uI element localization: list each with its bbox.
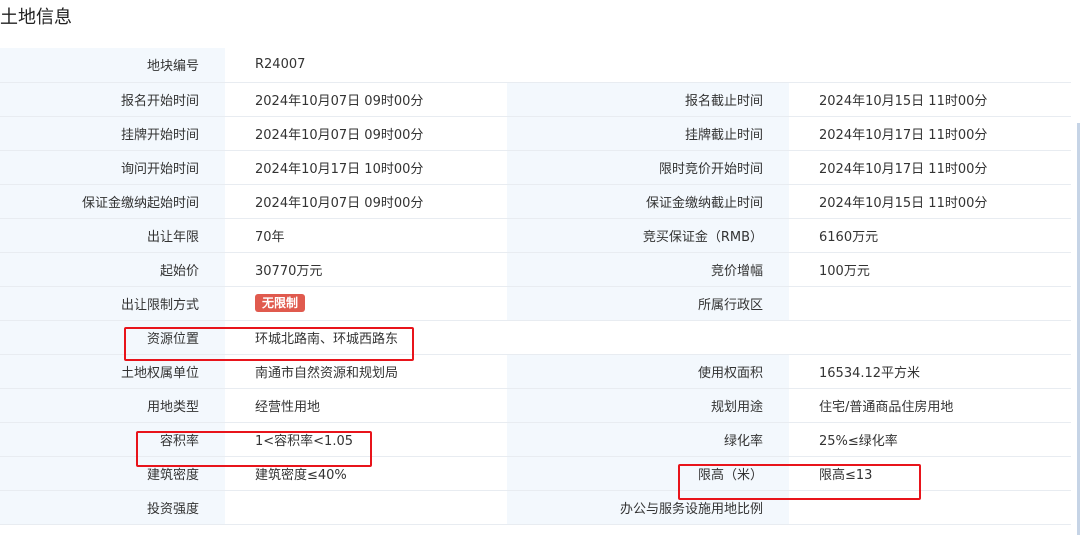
field-label: 报名开始时间 [0, 82, 225, 117]
field-label: 保证金缴纳截止时间 [507, 184, 789, 219]
field-value: 1<容积率<1.05 [225, 422, 507, 457]
field-label: 挂牌开始时间 [0, 116, 225, 151]
table-row: 土地权属单位 南通市自然资源和规划局 使用权面积 16534.12平方米 [0, 354, 1071, 389]
field-label: 询问开始时间 [0, 150, 225, 185]
field-label: 保证金缴纳起始时间 [0, 184, 225, 219]
table-row: 询问开始时间 2024年10月17日 10时00分 限时竞价开始时间 2024年… [0, 150, 1071, 185]
field-value: 2024年10月07日 09时00分 [225, 82, 507, 117]
field-label: 竞买保证金（RMB） [507, 218, 789, 253]
field-value: 住宅/普通商品住房用地 [789, 388, 1071, 423]
field-value: 环城北路南、环城西路东 [225, 320, 1071, 355]
field-label: 建筑密度 [0, 456, 225, 491]
field-label: 所属行政区 [507, 286, 789, 321]
field-label: 报名截止时间 [507, 82, 789, 117]
table-row: 用地类型 经营性用地 规划用途 住宅/普通商品住房用地 [0, 388, 1071, 423]
table-row: 出让年限 70年 竞买保证金（RMB） 6160万元 [0, 218, 1071, 253]
table-row: 投资强度 办公与服务设施用地比例 [0, 490, 1071, 525]
field-label: 绿化率 [507, 422, 789, 457]
table-row: 地块编号 R24007 [0, 48, 1071, 83]
field-value: 南通市自然资源和规划局 [225, 354, 507, 389]
field-value: 25%≤绿化率 [789, 422, 1071, 457]
field-label: 使用权面积 [507, 354, 789, 389]
field-value: 2024年10月17日 11时00分 [789, 116, 1071, 151]
field-value: 经营性用地 [225, 388, 507, 423]
table-row: 建筑密度 建筑密度≤40% 限高（米） 限高≤13 [0, 456, 1071, 491]
field-value: 限高≤13 [789, 456, 1071, 491]
field-value: 2024年10月07日 09时00分 [225, 116, 507, 151]
field-label: 竞价增幅 [507, 252, 789, 287]
field-label: 挂牌截止时间 [507, 116, 789, 151]
field-label: 限时竞价开始时间 [507, 150, 789, 185]
field-label: 限高（米） [507, 456, 789, 491]
field-label: 办公与服务设施用地比例 [507, 490, 789, 525]
table-row: 保证金缴纳起始时间 2024年10月07日 09时00分 保证金缴纳截止时间 2… [0, 184, 1071, 219]
field-label: 出让年限 [0, 218, 225, 253]
field-value: 6160万元 [789, 218, 1071, 253]
table-row: 容积率 1<容积率<1.05 绿化率 25%≤绿化率 [0, 422, 1071, 457]
table-row: 出让限制方式 无限制 所属行政区 [0, 286, 1071, 321]
field-value: 2024年10月15日 11时00分 [789, 184, 1071, 219]
table-row: 起始价 30770万元 竞价增幅 100万元 [0, 252, 1071, 287]
field-value: 30770万元 [225, 252, 507, 287]
field-label: 地块编号 [0, 48, 225, 83]
table-row: 资源位置 环城北路南、环城西路东 [0, 320, 1071, 355]
field-value [789, 286, 1071, 321]
field-value: 建筑密度≤40% [225, 456, 507, 491]
field-value [225, 490, 507, 525]
table-row: 挂牌开始时间 2024年10月07日 09时00分 挂牌截止时间 2024年10… [0, 116, 1071, 151]
field-label: 起始价 [0, 252, 225, 287]
field-label: 容积率 [0, 422, 225, 457]
field-value: 2024年10月15日 11时00分 [789, 82, 1071, 117]
field-value: 无限制 [225, 286, 507, 321]
field-label: 出让限制方式 [0, 286, 225, 321]
table-row: 报名开始时间 2024年10月07日 09时00分 报名截止时间 2024年10… [0, 82, 1071, 117]
field-label: 规划用途 [507, 388, 789, 423]
field-value: 2024年10月07日 09时00分 [225, 184, 507, 219]
land-info-table: 地块编号 R24007 报名开始时间 2024年10月07日 09时00分 报名… [0, 48, 1071, 525]
field-value: 100万元 [789, 252, 1071, 287]
field-value: 16534.12平方米 [789, 354, 1071, 389]
field-label: 土地权属单位 [0, 354, 225, 389]
field-label: 资源位置 [0, 320, 225, 355]
field-label: 投资强度 [0, 490, 225, 525]
field-value: R24007 [225, 48, 1071, 83]
field-value: 2024年10月17日 10时00分 [225, 150, 507, 185]
field-label: 用地类型 [0, 388, 225, 423]
field-value [789, 490, 1071, 525]
restriction-badge: 无限制 [255, 294, 306, 312]
field-value: 2024年10月17日 11时00分 [789, 150, 1071, 185]
field-value: 70年 [225, 218, 507, 253]
page-title: 土地信息 [0, 7, 72, 28]
